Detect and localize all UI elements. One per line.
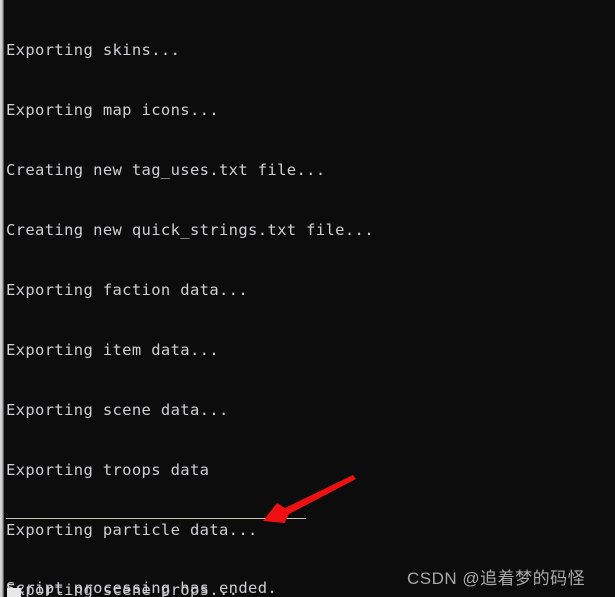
console-log-line: Exporting particle data...: [6, 521, 258, 539]
window-left-edge-scrollbar[interactable]: [0, 0, 4, 597]
console-log-line: Exporting map icons...: [6, 101, 219, 119]
console-log-line: Creating new quick_strings.txt file...: [6, 221, 374, 239]
console-output-log: Exporting skins... Exporting map icons..…: [6, 0, 606, 597]
console-log-line: Exporting faction data...: [6, 281, 249, 299]
console-log-line: Exporting item data...: [6, 341, 219, 359]
text-cursor-block: [7, 588, 21, 597]
console-log-line: Creating new tag_uses.txt file...: [6, 161, 326, 179]
console-window[interactable]: Exporting skins... Exporting map icons..…: [0, 0, 615, 597]
console-log-line: Exporting scene data...: [6, 401, 229, 419]
csdn-watermark: CSDN @追着梦的码怪: [407, 569, 586, 588]
console-log-line: Exporting skins...: [6, 41, 181, 59]
console-log-line: Exporting troops data: [6, 461, 210, 479]
horizontal-separator: [6, 518, 306, 519]
